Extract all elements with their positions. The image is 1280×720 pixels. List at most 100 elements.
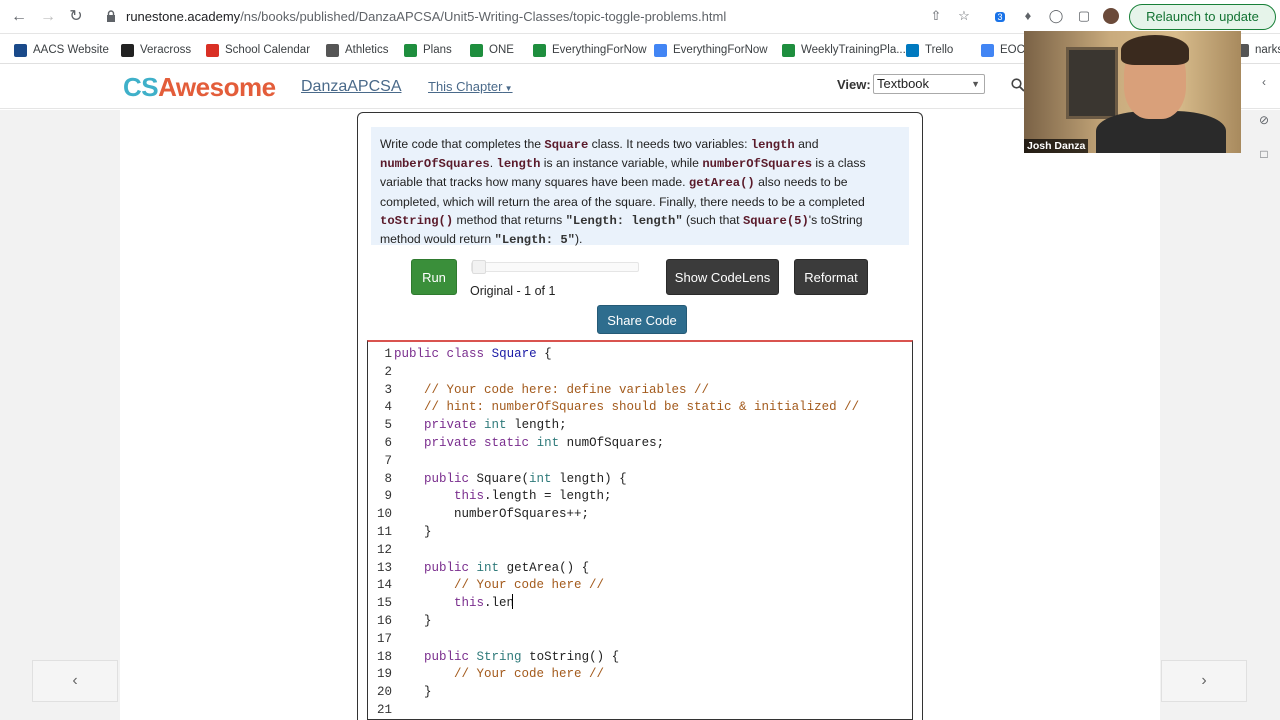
share-code-button[interactable]: Share Code — [597, 305, 687, 334]
extension-icon[interactable]: ◯ — [1048, 8, 1064, 24]
line-number: 10 — [376, 507, 392, 522]
code-line[interactable]: 6 private static int numOfSquares; — [368, 434, 912, 452]
bookmark-item[interactable]: EverythingForNow — [654, 41, 768, 59]
code-line[interactable]: 5 private int length; — [368, 416, 912, 434]
chevron-left-icon: ‹ — [72, 672, 78, 689]
code-line[interactable]: 7 — [368, 452, 912, 470]
bookmark-icon — [326, 43, 339, 57]
bookmark-item[interactable]: WeeklyTrainingPla... — [782, 41, 906, 59]
avatar[interactable] — [1103, 8, 1119, 24]
view-label: View: — [837, 77, 871, 92]
address-bar[interactable]: runestone.academy/ns/books/published/Dan… — [98, 4, 978, 30]
line-number: 2 — [384, 364, 392, 379]
code-line[interactable]: 4 // hint: numberOfSquares should be sta… — [368, 398, 912, 416]
site-logo[interactable]: CSAwesome — [123, 72, 276, 103]
bookmark-item[interactable]: Athletics — [326, 41, 388, 59]
bookmark-icon — [981, 43, 994, 57]
chevron-right-icon: › — [1201, 672, 1207, 689]
version-label: Original - 1 of 1 — [470, 284, 556, 298]
code-line[interactable]: 15 this.len — [368, 594, 912, 612]
code-text: public int getArea() { — [424, 560, 590, 575]
book-title-link[interactable]: DanzaAPCSA — [301, 78, 402, 96]
eye-off-icon[interactable]: ⊘ — [1256, 112, 1272, 128]
code-line[interactable]: 9 this.length = length; — [368, 487, 912, 505]
code-text: // Your code here // — [394, 578, 605, 593]
star-icon[interactable]: ☆ — [956, 8, 972, 24]
code-line[interactable]: 3 // Your code here: define variables // — [368, 381, 912, 399]
bookmark-icon — [121, 43, 134, 57]
bookmark-icon — [782, 43, 795, 57]
note-icon[interactable]: □ — [1256, 146, 1272, 162]
code-editor[interactable]: 1 public class Square {2 3 // Your code he… — [367, 340, 913, 720]
code-line[interactable]: 1 public class Square { — [368, 345, 912, 363]
search-icon[interactable] — [1011, 78, 1025, 92]
prev-page-button[interactable]: ‹ — [32, 660, 118, 702]
code-line[interactable]: 17 — [368, 630, 912, 648]
line-number: 1 — [384, 347, 392, 361]
bookmark-icon — [470, 43, 483, 57]
bookmark-item[interactable]: School Calendar — [206, 41, 310, 59]
line-number: 15 — [376, 596, 392, 611]
share-icon[interactable]: ⇧ — [928, 8, 944, 24]
chapter-menu[interactable]: This Chapter ▼ — [428, 79, 513, 94]
next-page-button[interactable]: › — [1161, 660, 1247, 702]
bookmark-label: ONE — [489, 44, 514, 56]
back-icon[interactable]: ← — [8, 6, 30, 28]
code-line[interactable]: 12 — [368, 541, 912, 559]
chevron-down-icon: ▼ — [971, 79, 980, 89]
view-select[interactable]: Textbook ▼ — [873, 74, 985, 94]
reload-icon[interactable]: ↻ — [65, 6, 87, 28]
webcam-name-label: Josh Danza — [1024, 139, 1089, 153]
code-line[interactable]: 14 // Your code here // — [368, 576, 912, 594]
line-number: 16 — [376, 614, 392, 628]
code-line[interactable]: 20 } — [368, 683, 912, 701]
line-number: 18 — [376, 649, 392, 664]
code-text: } — [394, 525, 432, 539]
bookmark-label: School Calendar — [225, 44, 311, 56]
code-line[interactable]: 16 } — [368, 612, 912, 630]
line-number: 20 — [376, 685, 392, 700]
code-line[interactable]: 19 // Your code here // — [368, 665, 912, 683]
reformat-button[interactable]: Reformat — [794, 259, 868, 295]
run-button[interactable]: Run — [411, 259, 457, 295]
forward-icon[interactable]: → — [37, 6, 59, 28]
code-text: } — [394, 614, 432, 628]
bookmark-item[interactable]: EOC — [981, 41, 1025, 59]
show-codelens-button[interactable]: Show CodeLens — [666, 259, 779, 295]
bookmark-item[interactable]: AACS Website — [14, 41, 109, 59]
slider-handle[interactable] — [472, 260, 486, 274]
code-line[interactable]: 13 public int getArea() { — [368, 559, 912, 577]
code-text: public Square(int length) { — [424, 471, 627, 486]
bookmark-icon — [533, 43, 546, 57]
line-number: 12 — [376, 542, 392, 557]
extension-badge-icon[interactable]: 3 — [992, 8, 1008, 24]
bookmark-label: AACS Website — [33, 44, 109, 56]
code-line[interactable]: 2 — [368, 363, 912, 381]
relaunch-button[interactable]: Relaunch to update — [1129, 4, 1276, 30]
line-number: 11 — [376, 525, 392, 539]
line-number: 13 — [376, 560, 392, 575]
line-number: 7 — [384, 453, 392, 468]
code-line[interactable]: 21 — [368, 701, 912, 719]
bookmark-item[interactable]: narks — [1236, 41, 1280, 59]
bookmark-icon — [206, 43, 219, 57]
line-number: 14 — [376, 578, 392, 593]
line-number: 5 — [384, 418, 392, 433]
code-line[interactable]: 18 public String toString() { — [368, 648, 912, 666]
bookmark-item[interactable]: Plans — [404, 41, 452, 59]
collapse-icon[interactable]: ‹ — [1256, 74, 1272, 90]
version-slider[interactable] — [471, 260, 639, 274]
bookmark-item[interactable]: Trello — [906, 41, 953, 59]
sidepanel-icon[interactable]: ▢ — [1076, 8, 1092, 24]
puzzle-icon[interactable]: ♦ — [1020, 8, 1036, 24]
bookmark-label: Trello — [925, 44, 954, 56]
code-line[interactable]: 11 } — [368, 523, 912, 541]
caret-down-icon: ▼ — [502, 84, 513, 93]
code-text: // Your code here // — [394, 667, 605, 682]
code-text: // hint: numberOfSquares should be stati… — [394, 400, 860, 415]
code-line[interactable]: 8 public Square(int length) { — [368, 470, 912, 488]
bookmark-item[interactable]: Veracross — [121, 41, 191, 59]
bookmark-item[interactable]: EverythingForNow — [533, 41, 647, 59]
code-line[interactable]: 10 numberOfSquares++; — [368, 505, 912, 523]
bookmark-item[interactable]: ONE — [470, 41, 514, 59]
